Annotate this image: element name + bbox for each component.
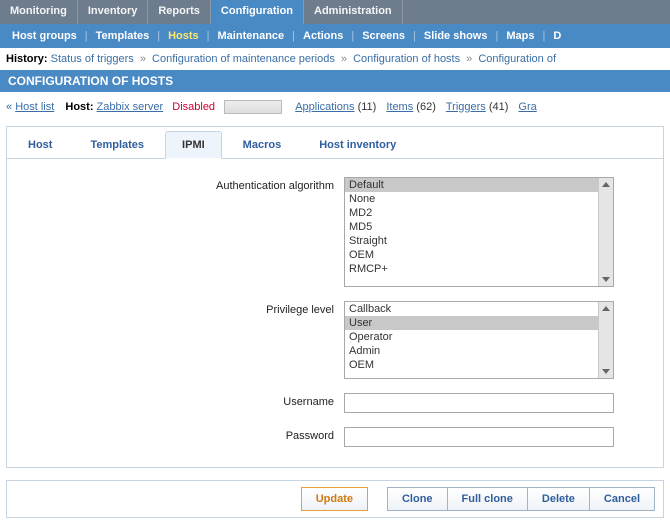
- action-buttons: Update Clone Full clone Delete Cancel: [6, 480, 664, 518]
- tab-host-inventory[interactable]: Host inventory: [302, 131, 413, 159]
- tab-macros[interactable]: Macros: [226, 131, 299, 159]
- option-admin[interactable]: Admin: [345, 344, 598, 358]
- link-items[interactable]: Items: [386, 101, 413, 113]
- topnav-tab-reports[interactable]: Reports: [148, 0, 211, 24]
- subnav-maps[interactable]: Maps: [498, 30, 542, 42]
- subnav-hosts[interactable]: Hosts: [160, 30, 207, 42]
- page-title: CONFIGURATION OF HOSTS: [0, 70, 670, 92]
- subnav-screens[interactable]: Screens: [354, 30, 413, 42]
- scrollbar-icon[interactable]: [598, 178, 613, 286]
- scrollbar-icon[interactable]: [598, 302, 613, 378]
- subnav-templates[interactable]: Templates: [88, 30, 158, 42]
- top-nav: MonitoringInventoryReportsConfigurationA…: [0, 0, 670, 24]
- topnav-tab-inventory[interactable]: Inventory: [78, 0, 149, 24]
- config-panel: HostTemplatesIPMIMacrosHost inventory Au…: [6, 126, 664, 468]
- history-breadcrumb: History: Status of triggers » Configurat…: [0, 48, 670, 70]
- host-name-link[interactable]: Zabbix server: [97, 101, 164, 113]
- option-md2[interactable]: MD2: [345, 206, 598, 220]
- tab-templates[interactable]: Templates: [73, 131, 161, 159]
- topnav-tab-configuration[interactable]: Configuration: [211, 0, 304, 24]
- subnav-actions[interactable]: Actions: [295, 30, 351, 42]
- subnav-maintenance[interactable]: Maintenance: [210, 30, 293, 42]
- option-rmcpplus[interactable]: RMCP+: [345, 262, 598, 276]
- host-toolbar: « Host list Host: Zabbix server Disabled…: [0, 92, 670, 122]
- subnav-slide-shows[interactable]: Slide shows: [416, 30, 496, 42]
- auth-algorithm-select[interactable]: DefaultNoneMD2MD5StraightOEMRMCP+: [344, 177, 614, 287]
- config-tabs: HostTemplatesIPMIMacrosHost inventory: [7, 127, 663, 159]
- link-triggers[interactable]: Triggers: [446, 101, 486, 113]
- priv-label: Privilege level: [19, 301, 344, 316]
- username-input[interactable]: [344, 393, 614, 413]
- clone-button[interactable]: Clone: [387, 487, 448, 511]
- ipmi-form: Authentication algorithm DefaultNoneMD2M…: [7, 159, 663, 467]
- host-label: Host:: [65, 101, 93, 113]
- privilege-level-select[interactable]: CallbackUserOperatorAdminOEM: [344, 301, 614, 379]
- topnav-tab-monitoring[interactable]: Monitoring: [0, 0, 78, 24]
- option-callback[interactable]: Callback: [345, 302, 598, 316]
- history-link[interactable]: Configuration of hosts: [350, 53, 463, 65]
- tab-ipmi[interactable]: IPMI: [165, 131, 222, 159]
- option-default[interactable]: Default: [345, 178, 598, 192]
- option-oem[interactable]: OEM: [345, 248, 598, 262]
- option-straight[interactable]: Straight: [345, 234, 598, 248]
- availability-icons: [224, 100, 282, 114]
- password-label: Password: [19, 427, 344, 442]
- subnav-d[interactable]: D: [545, 30, 569, 42]
- sub-nav: Host groups|Templates|Hosts|Maintenance|…: [0, 24, 670, 48]
- username-label: Username: [19, 393, 344, 408]
- auth-label: Authentication algorithm: [19, 177, 344, 192]
- topnav-tab-administration[interactable]: Administration: [304, 0, 403, 24]
- history-link[interactable]: Status of triggers: [51, 53, 137, 65]
- tab-host[interactable]: Host: [11, 131, 69, 159]
- cancel-button[interactable]: Cancel: [589, 487, 655, 511]
- option-oem[interactable]: OEM: [345, 358, 598, 372]
- update-button[interactable]: Update: [301, 487, 368, 511]
- link-gra[interactable]: Gra: [518, 101, 536, 113]
- option-none[interactable]: None: [345, 192, 598, 206]
- history-link[interactable]: Configuration of maintenance periods: [149, 53, 338, 65]
- option-operator[interactable]: Operator: [345, 330, 598, 344]
- delete-button[interactable]: Delete: [527, 487, 590, 511]
- full-clone-button[interactable]: Full clone: [447, 487, 528, 511]
- host-status: Disabled: [172, 101, 215, 113]
- history-link[interactable]: Configuration of: [475, 53, 556, 65]
- host-list-link[interactable]: Host list: [15, 101, 54, 113]
- option-user[interactable]: User: [345, 316, 598, 330]
- history-label: History:: [6, 53, 48, 65]
- subnav-host-groups[interactable]: Host groups: [4, 30, 85, 42]
- password-input[interactable]: [344, 427, 614, 447]
- option-md5[interactable]: MD5: [345, 220, 598, 234]
- back-icon: «: [6, 101, 12, 113]
- link-applications[interactable]: Applications: [295, 101, 354, 113]
